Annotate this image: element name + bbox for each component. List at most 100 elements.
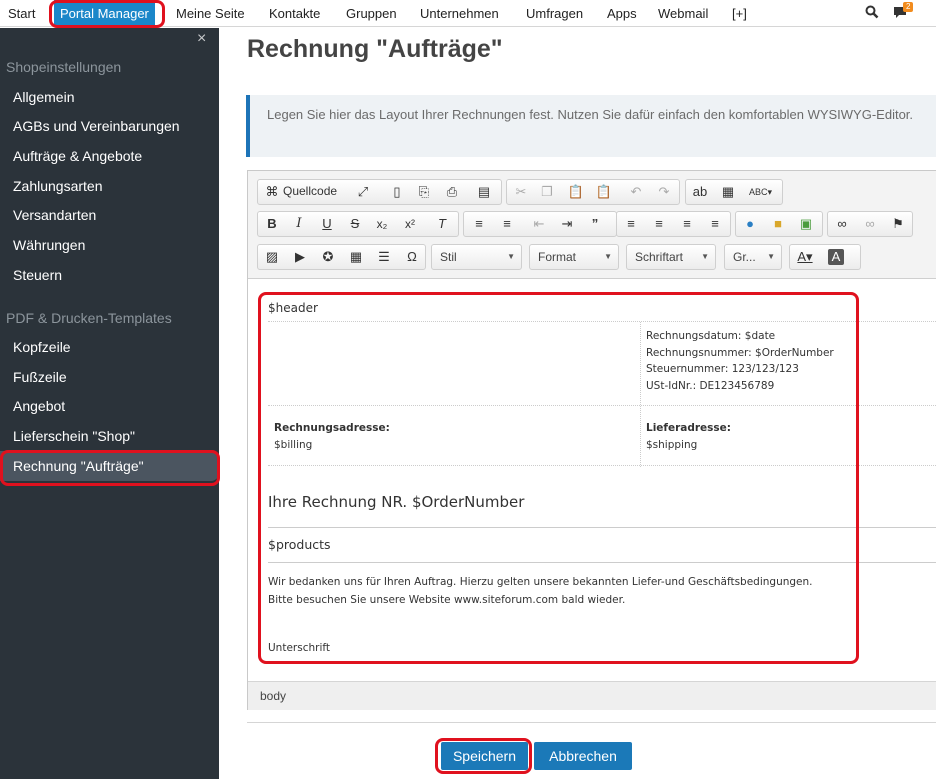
numbered-list-icon[interactable]: ≡ [468,214,490,234]
paste-icon[interactable]: 📋 [565,182,587,202]
footer-divider [247,722,936,723]
nav-umfragen[interactable]: Umfragen [526,0,583,27]
nav-unternehmen[interactable]: Unternehmen [420,0,499,27]
underline-icon[interactable]: U [316,214,338,234]
editor-toolbar: ⌘ Quellcode ⤢ ▯ ⎘ ⎙ ▤ ✂ ❐ 📋 📋 ↶ ↷ ab ▦ A… [248,171,936,279]
globe-icon[interactable]: ● [739,214,761,234]
remove-format-icon[interactable]: T [431,214,453,234]
save-button[interactable]: Speichern [441,742,528,770]
sidebar-item-steuern[interactable]: Steuern [13,267,62,283]
style-dropdown-label: Stil [440,250,457,264]
align-justify-icon[interactable]: ≡ [704,214,726,234]
redo-icon[interactable]: ↷ [653,182,675,202]
source-icon[interactable]: ⌘ [261,182,283,202]
preview-icon[interactable]: ⎘ [413,182,435,202]
strikethrough-icon[interactable]: S [344,214,366,234]
image-icon[interactable]: ▨ [261,247,283,267]
top-navigation: Start Portal Manager Meine Seite Kontakt… [0,0,936,27]
billing-label: Rechnungsadresse: [274,422,390,434]
bullet-list-icon[interactable]: ≡ [496,214,518,234]
indent-icon[interactable]: ⇥ [556,214,578,234]
element-path[interactable]: body [260,689,286,703]
undo-icon[interactable]: ↶ [625,182,647,202]
youtube-icon[interactable]: ▶ [289,247,311,267]
chevron-down-icon: ▼ [767,252,775,261]
subscript-icon[interactable]: x₂ [371,214,393,234]
superscript-icon[interactable]: x² [399,214,421,234]
replace-icon[interactable]: ab [689,182,711,202]
sidebar-item-angebot[interactable]: Angebot [13,398,65,414]
maximize-icon[interactable]: ⤢ [352,182,374,202]
nav-start[interactable]: Start [8,0,35,27]
table-divider-horizontal [268,405,936,406]
editor-content[interactable]: $header Rechnungsdatum: $date Rechnungsn… [248,279,936,681]
horizontal-rule-icon[interactable]: ☰ [373,247,395,267]
sidebar-item-kopfzeile[interactable]: Kopfzeile [13,339,71,355]
sidebar-item-rechnung[interactable]: Rechnung "Aufträge" [13,458,144,474]
meta-order-number: Rechnungsnummer: $OrderNumber [646,346,834,359]
source-button-label[interactable]: Quellcode [283,184,337,198]
chevron-down-icon: ▼ [507,252,515,261]
nav-webmail[interactable]: Webmail [658,0,708,27]
blockquote-icon[interactable]: ” [584,214,606,234]
doc-address-table: Rechnungsdatum: $date Rechnungsnummer: $… [268,321,936,467]
paste-text-icon[interactable]: 📋 [593,182,615,202]
cut-icon[interactable]: ✂ [510,182,532,202]
sidebar-item-zahlungsarten[interactable]: Zahlungsarten [13,178,103,194]
font-dropdown[interactable]: Schriftart ▼ [626,244,716,270]
format-dropdown[interactable]: Format ▼ [529,244,619,270]
align-left-icon[interactable]: ≡ [620,214,642,234]
sidebar-item-auftraege[interactable]: Aufträge & Angebote [13,148,142,164]
text-color-icon[interactable]: A▾ [794,247,816,267]
sidebar-item-waehrungen[interactable]: Währungen [13,237,85,253]
insert-image-icon[interactable]: ▣ [795,214,817,234]
background-color-icon[interactable]: A [828,249,844,265]
toolbar-group-basic-styles: B I U S x₂ x² T [257,211,459,237]
special-char-icon[interactable]: Ω [401,247,423,267]
invoice-heading: Ihre Rechnung NR. $OrderNumber [268,493,525,511]
search-icon[interactable] [865,5,879,22]
sidebar-item-agbs[interactable]: AGBs und Vereinbarungen [13,118,180,134]
copy-icon[interactable]: ❐ [536,182,558,202]
nav-apps[interactable]: Apps [607,0,637,27]
select-all-icon[interactable]: ▦ [717,182,739,202]
toolbar-group-align: ≡ ≡ ≡ ≡ [616,211,731,237]
info-text: Legen Sie hier das Layout Ihrer Rechnung… [267,107,914,122]
anchor-flag-icon[interactable]: ⚑ [887,214,909,234]
meta-tax-number: Steuernummer: 123/123/123 [646,363,799,375]
notification-badge: 2 [903,2,914,12]
nav-kontakte[interactable]: Kontakte [269,0,320,27]
outdent-icon[interactable]: ⇤ [528,214,550,234]
sidebar-item-allgemein[interactable]: Allgemein [13,89,74,105]
spellcheck-icon[interactable]: ABC▾ [749,182,772,202]
toolbar-group-insert-media: ● ■ ▣ [735,211,823,237]
bold-icon[interactable]: B [261,214,283,234]
flash-icon[interactable]: ✪ [317,247,339,267]
nav-gruppen[interactable]: Gruppen [346,0,397,27]
sidebar-item-fusszeile[interactable]: Fußzeile [13,369,67,385]
thanks-line-1: Wir bedanken uns für Ihren Auftrag. Hier… [268,576,813,588]
insert-file-icon[interactable]: ■ [767,214,789,234]
style-dropdown[interactable]: Stil ▼ [431,244,522,270]
sidebar-item-lieferschein[interactable]: Lieferschein "Shop" [13,428,135,444]
shipping-value: $shipping [646,438,698,451]
close-icon[interactable]: × [197,30,206,48]
sidebar-item-versandarten[interactable]: Versandarten [13,207,96,223]
thanks-line-2: Bitte besuchen Sie unsere Website www.si… [268,594,626,606]
cancel-button[interactable]: Abbrechen [534,742,632,770]
templates-icon[interactable]: ▤ [473,182,495,202]
link-icon[interactable]: ∞ [831,214,853,234]
nav-more[interactable]: [+] [732,0,747,27]
table-icon[interactable]: ▦ [345,247,367,267]
nav-portal-manager[interactable]: Portal Manager [54,0,155,27]
nav-meine-seite[interactable]: Meine Seite [176,0,245,27]
shipping-block: Lieferadresse: $shipping [646,420,731,453]
size-dropdown[interactable]: Gr... ▼ [724,244,782,270]
italic-icon[interactable]: I [288,214,310,234]
products-placeholder: $products [268,537,331,552]
align-center-icon[interactable]: ≡ [648,214,670,234]
unlink-icon[interactable]: ∞ [859,214,881,234]
align-right-icon[interactable]: ≡ [676,214,698,234]
print-icon[interactable]: ⎙ [441,182,463,202]
new-page-icon[interactable]: ▯ [386,182,408,202]
